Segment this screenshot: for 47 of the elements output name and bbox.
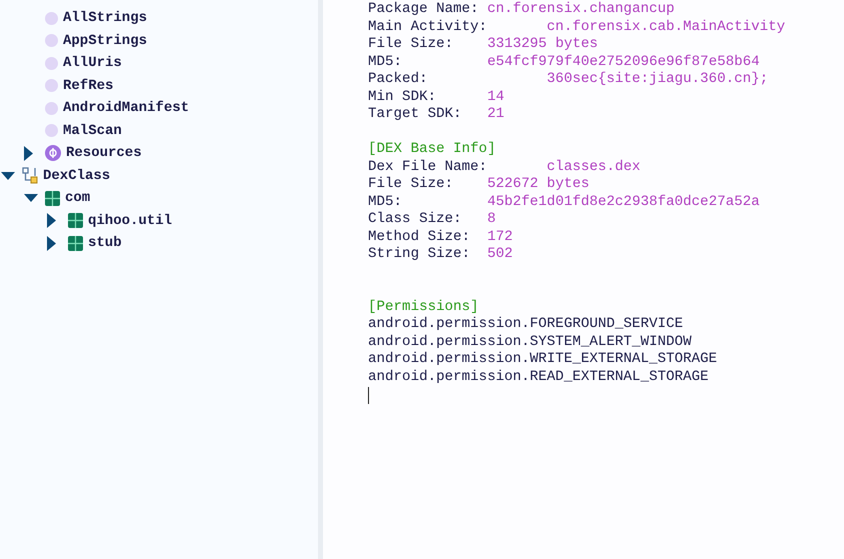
tree-item[interactable]: RefRes <box>63 78 114 94</box>
info-line: Class Size: 8 <box>368 211 496 228</box>
tree-item[interactable]: DexClass <box>43 168 110 184</box>
expanded-arrow-icon[interactable] <box>1 170 15 181</box>
permission-line: android.permission.READ_EXTERNAL_STORAGE <box>368 368 709 386</box>
info-line: File Size: 522672 bytes <box>368 176 590 194</box>
tree-item[interactable]: AppStrings <box>63 32 148 49</box>
grid-icon <box>68 213 83 228</box>
circle-icon <box>45 12 58 25</box>
section-header: [Permissions] <box>368 298 480 316</box>
circle-icon <box>45 34 58 48</box>
collapsed-arrow-icon[interactable] <box>47 236 56 251</box>
info-line: File Size: 3313295 bytes <box>368 36 598 54</box>
collapsed-arrow-icon[interactable] <box>24 146 33 161</box>
permission-line: android.permission.FOREGROUND_SERVICE <box>368 316 684 334</box>
info-line: MD5: e54fcf979f40e2752096e96f87e58b64 <box>368 54 760 71</box>
info-line: Main Activity: cn.forensix.cab.MainActivity <box>368 18 786 36</box>
circle-icon <box>45 102 58 115</box>
phi-circle-icon <box>45 145 61 162</box>
info-line: String Size: 502 <box>368 246 513 264</box>
hierarchy-icon <box>22 167 38 184</box>
tree-item[interactable]: AndroidManifest <box>63 100 190 116</box>
circle-icon <box>45 79 58 92</box>
info-line: Method Size: 172 <box>368 228 513 246</box>
tree-item[interactable]: stub <box>88 235 122 252</box>
info-line: Dex File Name: classes.dex <box>368 158 640 176</box>
grid-icon <box>45 190 60 206</box>
info-line: Min SDK: 14 <box>368 88 504 106</box>
text-cursor <box>368 387 369 404</box>
permission-line: android.permission.SYSTEM_ALERT_WINDOW <box>368 334 692 351</box>
tree-item[interactable]: Resources <box>66 145 142 162</box>
circle-icon <box>45 124 58 138</box>
circle-icon <box>45 56 58 70</box>
info-line: Packed: 360sec{site:jiagu.360.cn}; <box>368 71 768 88</box>
expanded-arrow-icon[interactable] <box>24 193 38 204</box>
info-line: Package Name: cn.forensix.changancup <box>368 1 675 18</box>
section-header: [DEX Base Info] <box>368 141 497 158</box>
grid-icon <box>68 236 83 251</box>
tree-item[interactable]: qihoo.util <box>88 212 172 229</box>
collapsed-arrow-icon[interactable] <box>47 213 56 228</box>
tree-item[interactable]: com <box>65 190 90 206</box>
tree-item[interactable]: AllUris <box>63 55 122 72</box>
permission-line: android.permission.WRITE_EXTERNAL_STORAGE <box>368 351 718 368</box>
tree-item[interactable]: AllStrings <box>63 10 148 26</box>
tree-item[interactable]: MalScan <box>63 122 122 139</box>
info-line: MD5: 45b2fe1d01fd8e2c2938fa0dce27a52a <box>368 194 760 211</box>
info-line: Target SDK: 21 <box>368 106 504 124</box>
